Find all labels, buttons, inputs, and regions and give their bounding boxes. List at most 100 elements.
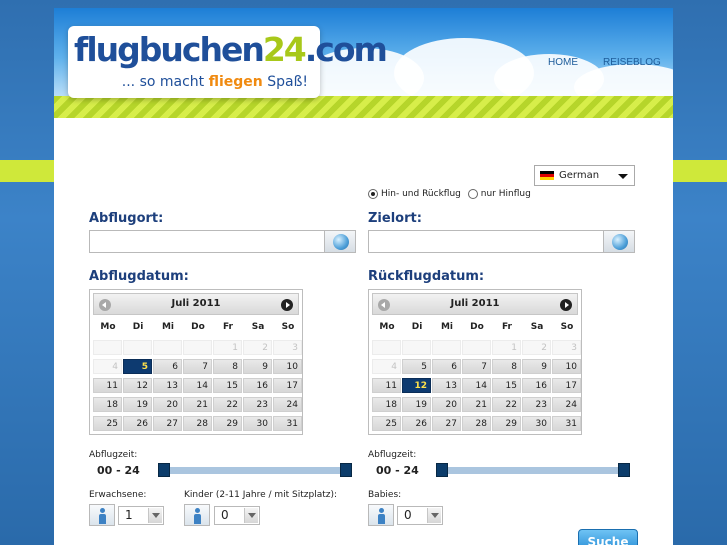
adults-label: Erwachsene: bbox=[89, 490, 147, 500]
calendar-day bbox=[93, 340, 122, 355]
calendar-day[interactable]: 20 bbox=[432, 397, 461, 412]
calendar-day[interactable]: 9 bbox=[243, 359, 272, 374]
calendar-header: Juli 2011 bbox=[372, 293, 578, 315]
calendar-day[interactable]: 26 bbox=[123, 416, 152, 431]
calendar-day[interactable]: 26 bbox=[402, 416, 431, 431]
nav-home-link[interactable]: HOME bbox=[548, 57, 578, 68]
children-value: 0 bbox=[221, 508, 229, 522]
calendar-day[interactable]: 18 bbox=[93, 397, 122, 412]
calendar-day[interactable]: 31 bbox=[552, 416, 581, 431]
calendar-day[interactable]: 22 bbox=[492, 397, 521, 412]
calendar-day[interactable]: 30 bbox=[243, 416, 272, 431]
language-select[interactable]: German bbox=[534, 165, 635, 186]
calendar-day[interactable]: 9 bbox=[522, 359, 551, 374]
calendar-day[interactable]: 15 bbox=[492, 378, 521, 393]
calendar-day[interactable]: 24 bbox=[552, 397, 581, 412]
calendar-day[interactable]: 11 bbox=[372, 378, 401, 393]
calendar-day[interactable]: 29 bbox=[213, 416, 242, 431]
origin-lookup-button[interactable] bbox=[324, 230, 356, 253]
round-trip-radio[interactable] bbox=[368, 189, 378, 199]
calendar-day bbox=[153, 340, 182, 355]
calendar-day: 1 bbox=[213, 340, 242, 355]
calendar-day[interactable]: 23 bbox=[243, 397, 272, 412]
calendar-day[interactable]: 25 bbox=[372, 416, 401, 431]
calendar-day[interactable]: 14 bbox=[183, 378, 212, 393]
next-month-icon[interactable] bbox=[560, 299, 572, 311]
departure-time-slider[interactable] bbox=[164, 467, 346, 474]
calendar-day[interactable]: 29 bbox=[492, 416, 521, 431]
calendar-day[interactable]: 12 bbox=[123, 378, 152, 393]
children-select[interactable]: 0 bbox=[214, 506, 260, 525]
calendar-day[interactable]: 24 bbox=[273, 397, 302, 412]
calendar-day[interactable]: 16 bbox=[522, 378, 551, 393]
return-time-slider[interactable] bbox=[442, 467, 624, 474]
calendar-day[interactable]: 28 bbox=[462, 416, 491, 431]
weekday-header: Mi bbox=[161, 322, 175, 332]
calendar-day[interactable]: 21 bbox=[462, 397, 491, 412]
calendar-day[interactable]: 6 bbox=[153, 359, 182, 374]
calendar-day[interactable]: 5 bbox=[123, 359, 152, 374]
return-time-max-handle[interactable] bbox=[618, 463, 630, 477]
calendar-day[interactable]: 16 bbox=[243, 378, 272, 393]
calendar-day[interactable]: 30 bbox=[522, 416, 551, 431]
calendar-day[interactable]: 13 bbox=[153, 378, 182, 393]
calendar-day[interactable]: 27 bbox=[432, 416, 461, 431]
calendar-day[interactable]: 8 bbox=[492, 359, 521, 374]
calendar-month-title: Juli 2011 bbox=[450, 298, 500, 309]
adults-value: 1 bbox=[125, 508, 133, 522]
destination-lookup-button[interactable] bbox=[603, 230, 635, 253]
calendar-day[interactable]: 15 bbox=[213, 378, 242, 393]
logo-tagline: ... so macht fliegen Spaß! bbox=[121, 74, 308, 90]
destination-input[interactable] bbox=[368, 230, 604, 253]
calendar-day[interactable]: 10 bbox=[273, 359, 302, 374]
calendar-day[interactable]: 27 bbox=[153, 416, 182, 431]
children-label: Kinder (2-11 Jahre / mit Sitzplatz): bbox=[184, 490, 338, 500]
calendar-day[interactable]: 28 bbox=[183, 416, 212, 431]
one-way-label: nur Hinflug bbox=[480, 189, 531, 199]
weekday-header: Fr bbox=[501, 322, 512, 332]
return-time-min-handle[interactable] bbox=[436, 463, 448, 477]
calendar-day[interactable]: 8 bbox=[213, 359, 242, 374]
departure-time-value: 00 - 24 bbox=[97, 464, 140, 477]
weekday-header: So bbox=[560, 322, 574, 332]
calendar-day[interactable]: 6 bbox=[432, 359, 461, 374]
one-way-radio[interactable] bbox=[467, 189, 478, 199]
calendar-day bbox=[432, 340, 461, 355]
weekday-header: Mo bbox=[379, 322, 395, 332]
german-flag-icon bbox=[540, 171, 554, 180]
calendar-day[interactable]: 7 bbox=[183, 359, 212, 374]
globe-icon bbox=[612, 234, 628, 250]
weekday-header: Di bbox=[132, 322, 144, 332]
babies-select[interactable]: 0 bbox=[397, 506, 443, 525]
calendar-day[interactable]: 25 bbox=[93, 416, 122, 431]
calendar-month-title: Juli 2011 bbox=[171, 298, 221, 309]
nav-reiseblog-link[interactable]: REISEBLOG bbox=[603, 57, 661, 68]
calendar-day[interactable]: 10 bbox=[552, 359, 581, 374]
calendar-day[interactable]: 14 bbox=[462, 378, 491, 393]
calendar-day[interactable]: 18 bbox=[372, 397, 401, 412]
calendar-day bbox=[123, 340, 152, 355]
calendar-day[interactable]: 23 bbox=[522, 397, 551, 412]
calendar-day[interactable]: 5 bbox=[402, 359, 431, 374]
calendar-day[interactable]: 7 bbox=[462, 359, 491, 374]
calendar-day[interactable]: 17 bbox=[273, 378, 302, 393]
calendar-day[interactable]: 11 bbox=[93, 378, 122, 393]
calendar-day[interactable]: 12 bbox=[402, 378, 431, 393]
origin-input[interactable] bbox=[89, 230, 325, 253]
logo[interactable]: flugbuchen24.com ... so macht fliegen Sp… bbox=[68, 26, 388, 98]
calendar-day[interactable]: 31 bbox=[273, 416, 302, 431]
next-month-icon[interactable] bbox=[281, 299, 293, 311]
departure-time-min-handle[interactable] bbox=[158, 463, 170, 477]
calendar-day[interactable]: 13 bbox=[432, 378, 461, 393]
calendar-day[interactable]: 19 bbox=[123, 397, 152, 412]
search-button[interactable]: Suche bbox=[578, 529, 638, 545]
calendar-day[interactable]: 20 bbox=[153, 397, 182, 412]
calendar-day[interactable]: 17 bbox=[552, 378, 581, 393]
calendar-day[interactable]: 21 bbox=[183, 397, 212, 412]
calendar-day[interactable]: 22 bbox=[213, 397, 242, 412]
departure-time-max-handle[interactable] bbox=[340, 463, 352, 477]
departure-calendar: Juli 2011 Mo Di Mi Do Fr Sa So 1 2 3 4 5 6 7 8 9 10 11 12 1… bbox=[89, 289, 303, 435]
calendar-day[interactable]: 19 bbox=[402, 397, 431, 412]
calendar-day: 4 bbox=[372, 359, 401, 374]
adults-select[interactable]: 1 bbox=[118, 506, 164, 525]
